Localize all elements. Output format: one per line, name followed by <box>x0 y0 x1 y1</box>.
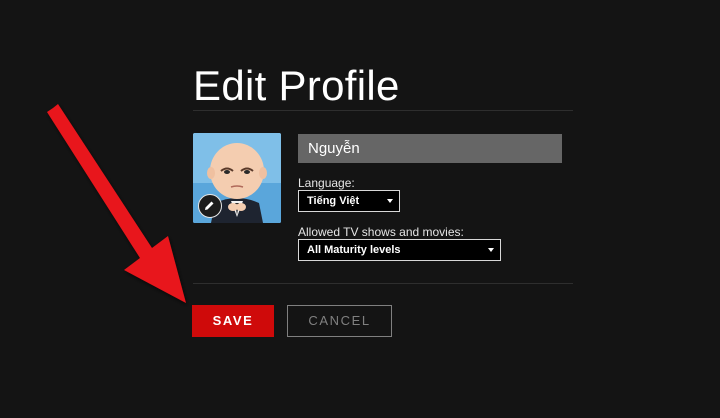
edit-avatar-button[interactable] <box>198 194 222 218</box>
top-divider <box>193 110 573 111</box>
save-button[interactable]: SAVE <box>192 305 274 337</box>
profile-name-input[interactable] <box>298 134 562 163</box>
bottom-divider <box>193 283 573 284</box>
language-select[interactable]: Tiếng Việt <box>298 190 400 212</box>
language-label: Language: <box>298 176 355 190</box>
chevron-down-icon <box>387 199 393 203</box>
pencil-icon <box>205 201 214 210</box>
cancel-button[interactable]: CANCEL <box>287 305 392 337</box>
maturity-select[interactable]: All Maturity levels <box>298 239 501 261</box>
maturity-selected-value: All Maturity levels <box>307 244 401 256</box>
chevron-down-icon <box>488 248 494 252</box>
page-title: Edit Profile <box>193 62 400 109</box>
maturity-label: Allowed TV shows and movies: <box>298 225 464 239</box>
language-selected-value: Tiếng Việt <box>307 195 360 207</box>
